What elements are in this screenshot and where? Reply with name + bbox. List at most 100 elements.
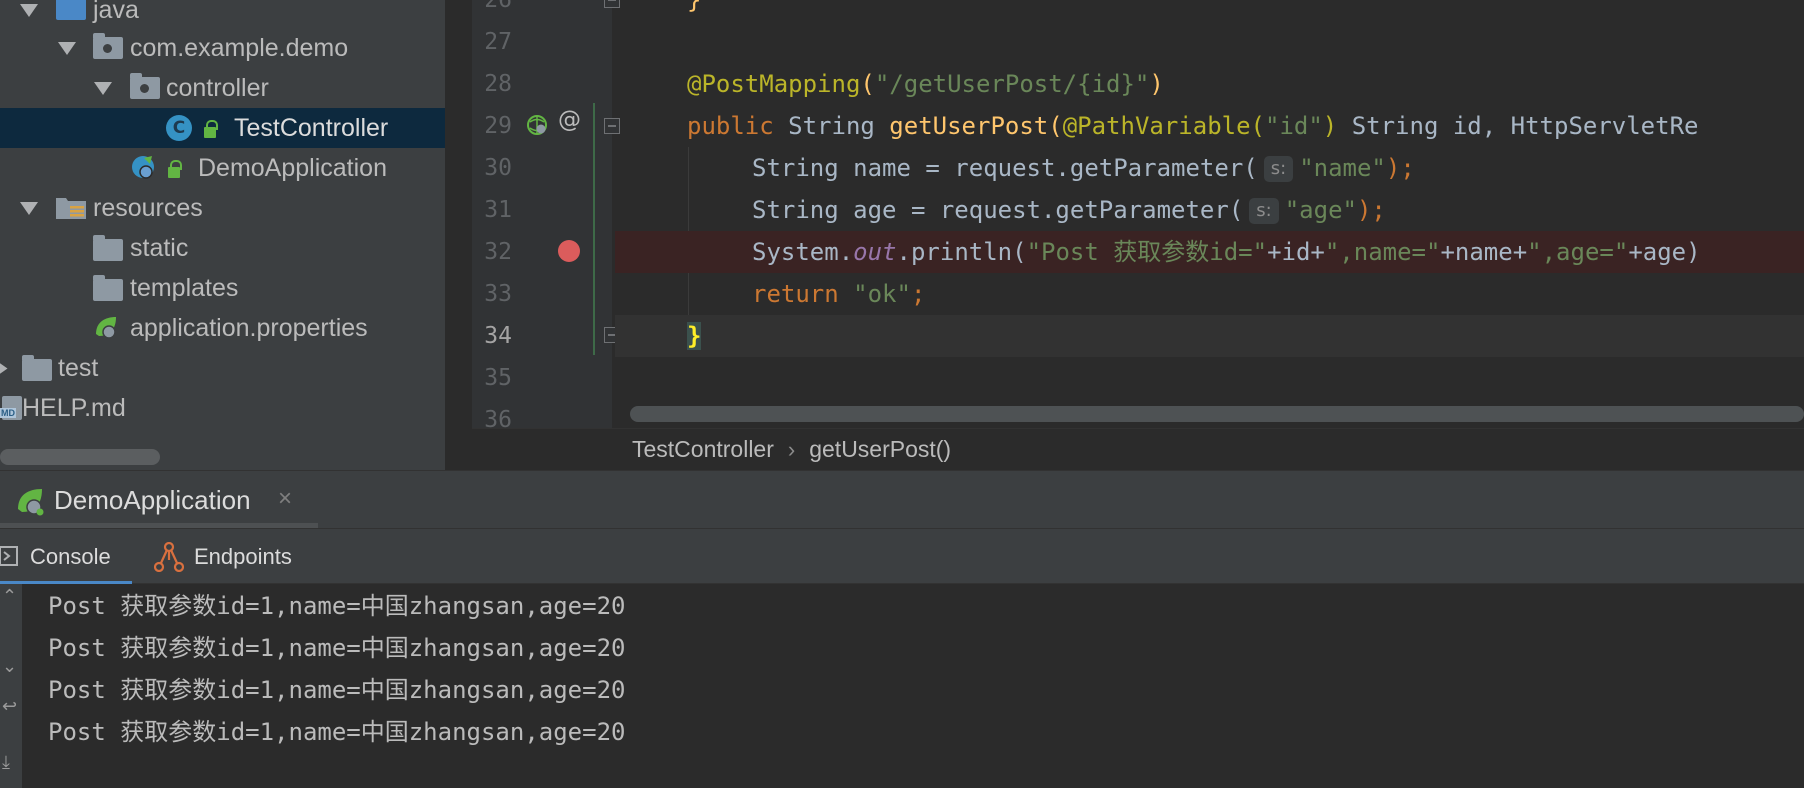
annotation-marker-icon[interactable]: @ — [558, 107, 581, 133]
tree-item-java[interactable]: java — [0, 0, 445, 30]
tree-item-help-md[interactable]: HELP.md — [0, 388, 445, 428]
fold-marker-icon[interactable] — [604, 118, 620, 134]
code-token: ); — [1356, 196, 1386, 224]
tree-item-demoapplication[interactable]: DemoApplication — [0, 148, 445, 188]
line-number: 33 — [484, 281, 512, 307]
run-config-tab[interactable]: DemoApplication × — [0, 471, 318, 529]
fold-marker-icon[interactable] — [604, 0, 620, 8]
arrow-up-icon[interactable]: ⌃ — [2, 586, 18, 608]
editor-horizontal-scrollbar[interactable] — [630, 406, 1804, 422]
code-token: "age" — [1284, 196, 1357, 224]
code-token: ( — [1250, 112, 1265, 140]
console-output[interactable]: ⌃ ⌄ ↩ ⤓ Post 获取参数id=1,name=中国zhangsan,ag… — [0, 584, 1804, 788]
line-number: 28 — [484, 71, 512, 97]
line-number: 29 — [484, 113, 512, 139]
scroll-to-end-icon[interactable]: ⤓ — [2, 752, 18, 774]
console-tab-bar: Console Endpoints — [0, 528, 1804, 585]
code-token: ) — [1149, 70, 1164, 98]
tree-item-label: test — [58, 353, 99, 382]
tree-item-test[interactable]: test — [0, 348, 445, 388]
code-token: ( — [860, 70, 875, 98]
lock-icon — [168, 160, 182, 178]
tree-item-controller[interactable]: controller — [0, 68, 445, 108]
folder-icon — [93, 235, 123, 261]
line-number: 31 — [484, 197, 512, 223]
tree-item-label: com.example.demo — [130, 33, 349, 62]
code-token: ",age=" — [1527, 238, 1629, 266]
line-number: 36 — [484, 407, 512, 428]
code-token: ( — [1048, 112, 1063, 140]
code-token: "ok" — [838, 280, 911, 308]
tab-console[interactable]: Console — [0, 529, 132, 585]
parameter-hint: s: — [1249, 198, 1279, 224]
code-token: ) — [1322, 112, 1338, 140]
line-number: 32 — [484, 239, 512, 265]
code-token: +name+ — [1440, 238, 1528, 266]
console-toolbar: ⌃ ⌄ ↩ ⤓ — [0, 584, 22, 788]
code-token: } — [687, 322, 702, 350]
breadcrumb-item-class[interactable]: TestController — [632, 436, 774, 463]
tree-item-label: TestController — [234, 113, 389, 142]
tab-endpoints[interactable]: Endpoints — [154, 529, 304, 585]
editor-gutter[interactable]: 26 27 28 29 30 31 32 33 34 35 36 @ — [472, 0, 620, 428]
breadcrumb: TestController › getUserPost() — [472, 428, 1804, 470]
project-horizontal-scrollbar[interactable] — [0, 449, 160, 465]
close-icon[interactable]: × — [278, 485, 292, 513]
console-line: Post 获取参数id=1,name=中国zhangsan,age=20 — [48, 718, 626, 746]
tree-item-application-properties[interactable]: application.properties — [0, 308, 445, 348]
code-token: +id+ — [1267, 238, 1325, 266]
lock-icon — [204, 120, 218, 138]
class-icon: C — [166, 115, 192, 141]
run-tab-label: DemoApplication — [54, 485, 251, 515]
spring-boot-run-icon — [18, 489, 44, 516]
tree-item-static[interactable]: static — [0, 228, 445, 268]
tree-item-com-example-demo[interactable]: com.example.demo — [0, 28, 445, 68]
run-tool-window-header: DemoApplication × — [0, 470, 1804, 528]
code-line-33: return "ok"; — [752, 273, 925, 315]
code-token: "/getUserPost/{id}" — [874, 70, 1150, 98]
tree-item-testcontroller[interactable]: C TestController — [0, 108, 445, 148]
code-token: public — [687, 112, 774, 140]
code-token: String — [773, 112, 890, 140]
parameter-hint: s: — [1263, 156, 1294, 182]
code-editor[interactable]: 26 27 28 29 30 31 32 33 34 35 36 @ } @Po… — [472, 0, 1804, 428]
code-token: } — [687, 0, 702, 14]
arrow-down-icon[interactable]: ⌄ — [2, 656, 18, 678]
tree-item-label: templates — [130, 273, 239, 302]
tree-item-templates[interactable]: templates — [0, 268, 445, 308]
chevron-down-icon[interactable] — [58, 42, 76, 55]
code-line-28: @PostMapping("/getUserPost/{id}") — [687, 63, 1164, 105]
tree-item-label: static — [130, 233, 189, 262]
code-token: ",name=" — [1324, 238, 1441, 266]
endpoints-icon — [154, 542, 184, 572]
breakpoint-icon[interactable] — [558, 240, 580, 262]
resources-folder-icon — [56, 198, 86, 219]
console-line: Post 获取参数id=1,name=中国zhangsan,age=20 — [48, 634, 626, 662]
folder-icon — [93, 275, 123, 301]
line-number-current: 34 — [484, 323, 512, 349]
chevron-right-icon[interactable] — [0, 359, 8, 378]
project-tool-window: java com.example.demo controller C TestC… — [0, 0, 445, 470]
tree-item-label: java — [93, 0, 139, 24]
source-folder-icon — [56, 0, 86, 20]
code-token: getUserPost — [889, 112, 1049, 140]
tree-item-resources[interactable]: resources — [0, 188, 445, 228]
breadcrumb-item-method[interactable]: getUserPost() — [809, 436, 951, 463]
code-token: +age) — [1628, 238, 1701, 266]
breadcrumb-separator: › — [787, 436, 796, 462]
tree-item-label: resources — [93, 193, 203, 222]
chevron-down-icon[interactable] — [20, 202, 38, 215]
soft-wrap-icon[interactable]: ↩ — [2, 696, 18, 718]
chevron-down-icon[interactable] — [20, 4, 38, 17]
code-line-32: System.out.println("Post 获取参数id="+id+",n… — [615, 231, 1804, 273]
console-line: Post 获取参数id=1,name=中国zhangsan,age=20 — [48, 676, 626, 704]
code-token: ; — [910, 280, 926, 308]
spring-properties-icon — [96, 317, 116, 339]
tree-item-label: HELP.md — [22, 393, 126, 422]
fold-region-line — [593, 103, 595, 355]
line-number: 27 — [484, 29, 512, 55]
tab-label: Endpoints — [194, 544, 292, 569]
chevron-down-icon[interactable] — [94, 82, 112, 95]
web-endpoint-icon[interactable] — [526, 114, 548, 136]
code-token: .println( — [896, 238, 1027, 266]
